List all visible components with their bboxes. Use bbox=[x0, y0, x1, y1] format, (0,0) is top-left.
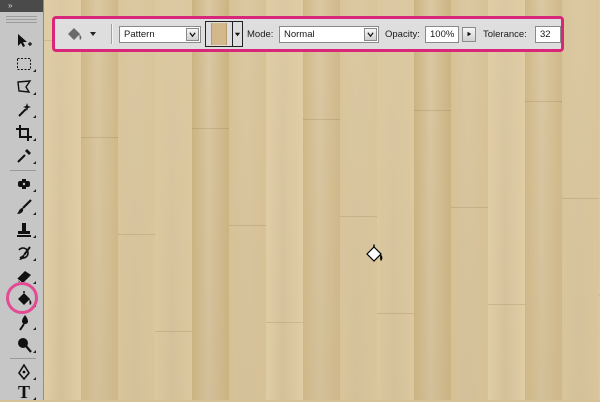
wood-plank bbox=[525, 0, 562, 400]
dodge-tool-button[interactable] bbox=[12, 335, 36, 355]
plank-seam bbox=[377, 313, 414, 314]
wood-plank bbox=[81, 0, 118, 400]
wood-plank bbox=[266, 0, 303, 400]
toolbox-divider bbox=[10, 170, 36, 171]
wood-plank bbox=[44, 0, 81, 400]
fill-source-select[interactable]: Pattern bbox=[119, 25, 201, 43]
tolerance-label: Tolerance: bbox=[483, 28, 527, 40]
wood-plank bbox=[488, 0, 525, 400]
wood-plank bbox=[562, 0, 599, 400]
opacity-value: 100% bbox=[430, 28, 455, 40]
move-icon bbox=[18, 34, 32, 47]
brush-tool-button[interactable] bbox=[12, 197, 36, 217]
plank-seam bbox=[192, 128, 229, 129]
healing-tool-button[interactable] bbox=[12, 174, 36, 194]
lasso-tool-button[interactable] bbox=[12, 77, 36, 97]
blend-mode-value: Normal bbox=[284, 28, 315, 40]
plank-seam bbox=[488, 304, 525, 305]
chevron-down-icon bbox=[189, 31, 196, 37]
plank-seam bbox=[118, 234, 155, 235]
plank-seam bbox=[414, 110, 451, 111]
options-divider bbox=[111, 24, 112, 44]
type-tool-button[interactable]: T bbox=[12, 382, 36, 402]
plank-seam bbox=[525, 101, 562, 102]
pattern-picker[interactable] bbox=[205, 21, 233, 47]
plank-seam bbox=[266, 322, 303, 323]
magic-wand-tool-button[interactable] bbox=[12, 100, 36, 120]
paint-bucket-cursor-icon bbox=[366, 244, 383, 262]
panel-collapse-button[interactable]: » bbox=[0, 0, 43, 12]
blur-tool-button[interactable] bbox=[12, 312, 36, 332]
plank-seam bbox=[229, 225, 266, 226]
wood-plank bbox=[192, 0, 229, 400]
type-icon: T bbox=[17, 382, 30, 402]
crop-tool-button[interactable] bbox=[12, 123, 36, 143]
wood-plank bbox=[155, 0, 192, 400]
plank-seam bbox=[451, 207, 488, 208]
wood-plank bbox=[414, 0, 451, 400]
opacity-field[interactable]: 100% bbox=[425, 25, 459, 43]
chevron-down-icon bbox=[90, 32, 96, 36]
plank-seam bbox=[303, 119, 340, 120]
pen-tool-button[interactable] bbox=[12, 362, 36, 382]
collapse-glyph: » bbox=[8, 1, 13, 10]
marquee-tool-button[interactable] bbox=[12, 54, 36, 74]
tolerance-value: 32 bbox=[540, 28, 551, 40]
pattern-picker-arrow[interactable] bbox=[233, 21, 243, 47]
wood-plank bbox=[229, 0, 266, 400]
pattern-swatch bbox=[211, 23, 227, 45]
mode-label: Mode: bbox=[247, 28, 274, 40]
toolbox-divider bbox=[10, 358, 36, 359]
chevron-down-icon bbox=[234, 32, 241, 36]
panel-grip[interactable] bbox=[6, 15, 37, 23]
fill-source-dropdown-arrow[interactable] bbox=[186, 27, 199, 41]
eyedropper-tool-button[interactable] bbox=[12, 146, 36, 166]
opacity-slider-button[interactable] bbox=[462, 26, 476, 42]
wood-plank bbox=[340, 0, 377, 400]
tool-preset-picker[interactable] bbox=[65, 19, 103, 49]
plank-seam bbox=[562, 198, 599, 199]
triangle-right-icon bbox=[467, 31, 472, 37]
blend-mode-dropdown-arrow[interactable] bbox=[364, 27, 377, 41]
plank-seam bbox=[340, 216, 377, 217]
wood-plank bbox=[377, 0, 414, 400]
opacity-label: Opacity: bbox=[385, 28, 420, 40]
tolerance-field[interactable]: 32 bbox=[535, 25, 561, 43]
history-brush-tool-button[interactable] bbox=[12, 243, 36, 263]
clone-stamp-tool-button[interactable] bbox=[12, 220, 36, 240]
blend-mode-select[interactable]: Normal bbox=[279, 25, 379, 43]
wood-plank bbox=[303, 0, 340, 400]
plank-seam bbox=[81, 137, 118, 138]
document-canvas[interactable] bbox=[44, 0, 600, 400]
move-tool-button[interactable] bbox=[12, 31, 36, 51]
fill-source-value: Pattern bbox=[124, 28, 155, 40]
wood-plank bbox=[451, 0, 488, 400]
plank-seam bbox=[155, 331, 192, 332]
tool-options-bar: Pattern Mode: Normal Opacity: 100% Toler… bbox=[52, 16, 564, 52]
wood-plank bbox=[118, 0, 155, 400]
active-tool-highlight bbox=[6, 282, 38, 314]
tools-panel: » T bbox=[0, 0, 44, 402]
chevron-down-icon bbox=[367, 31, 374, 37]
paint-bucket-icon bbox=[68, 28, 82, 40]
